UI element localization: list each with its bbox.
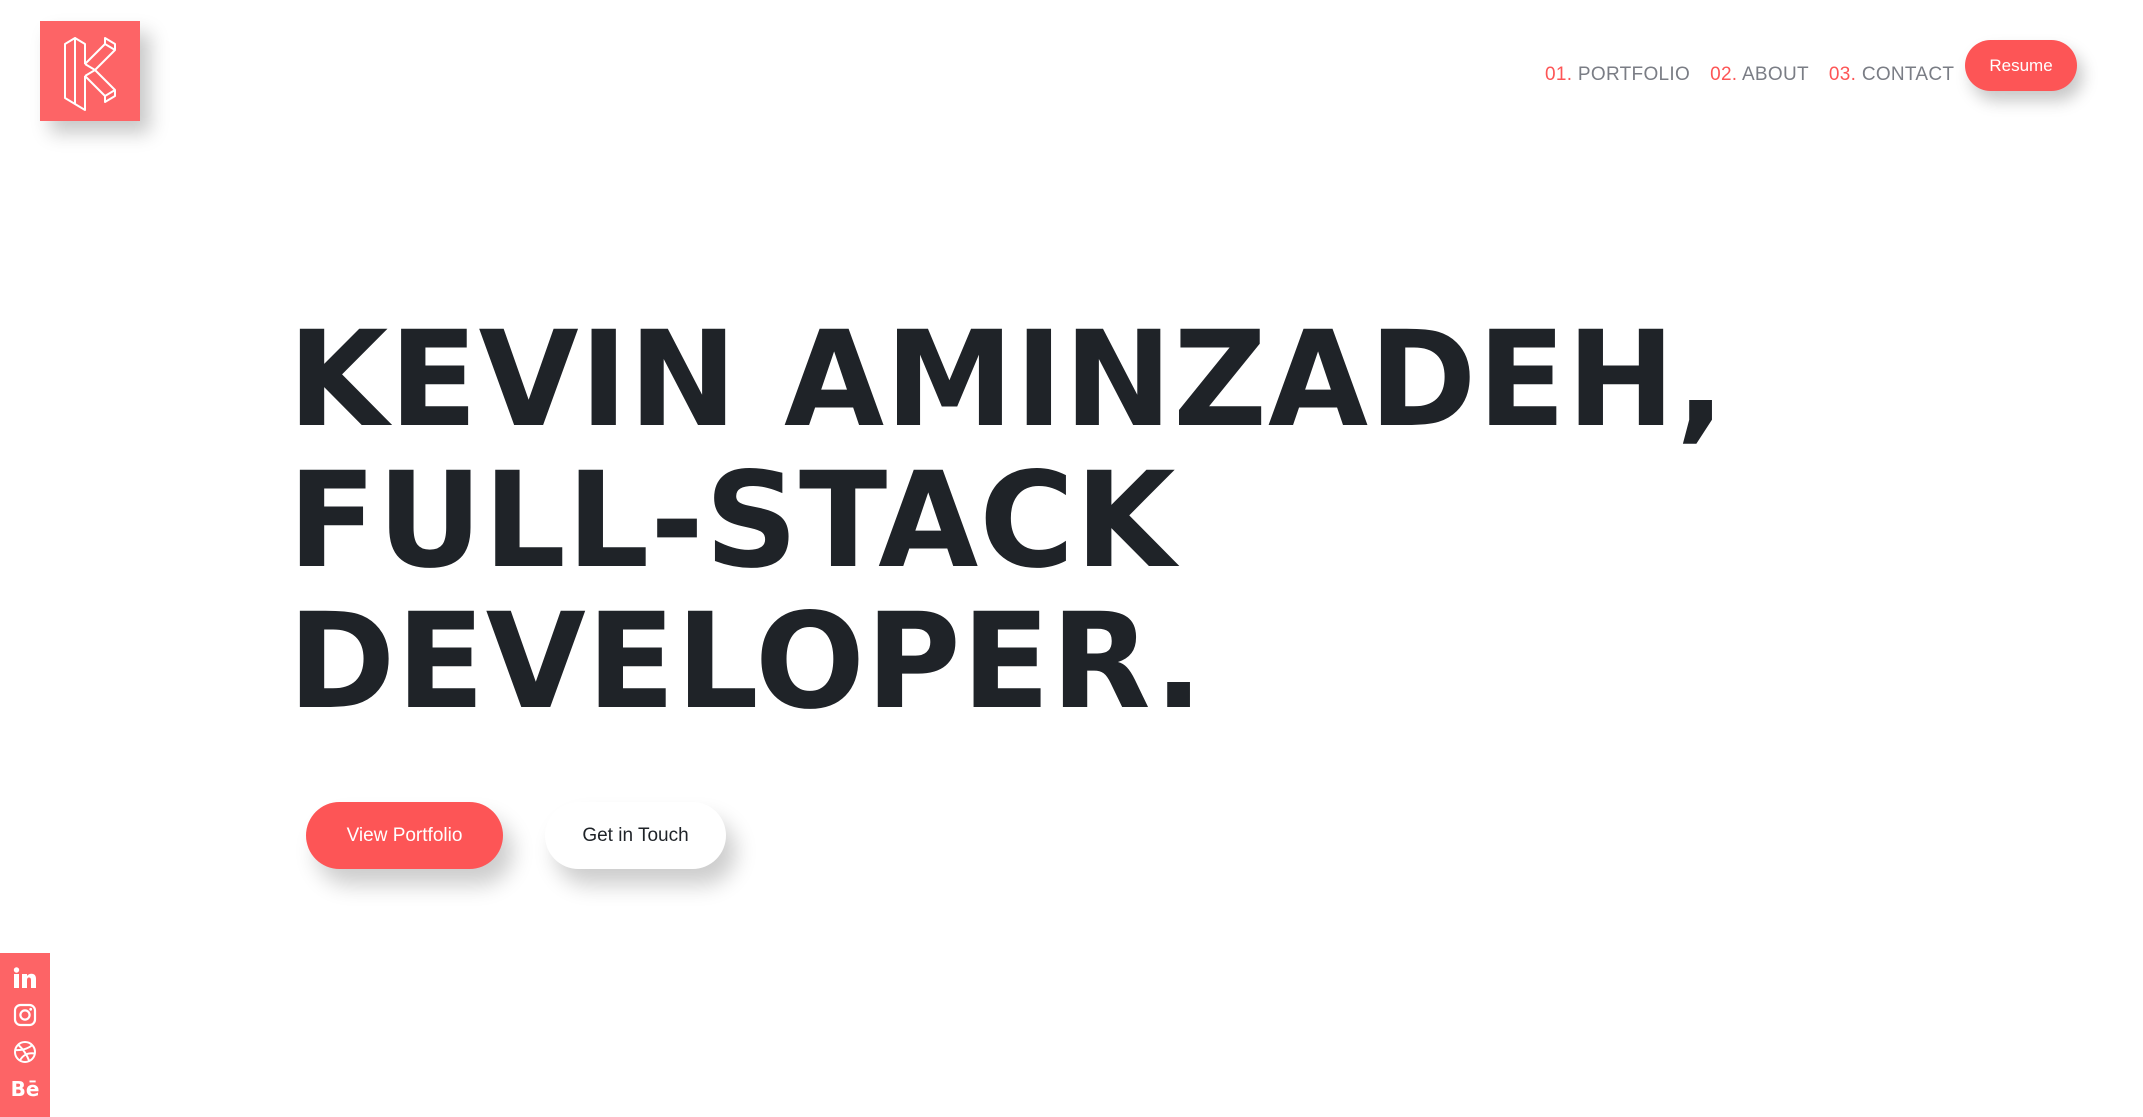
page: 01. PORTFOLIO 02. ABOUT 03. CONTACT Resu… — [0, 0, 2143, 1117]
nav-label: PORTFOLIO — [1577, 64, 1691, 85]
behance-icon[interactable]: Bē — [10, 1076, 40, 1102]
linkedin-icon[interactable] — [12, 965, 38, 991]
instagram-icon[interactable] — [12, 1002, 38, 1028]
main-nav: 01. PORTFOLIO 02. ABOUT 03. CONTACT — [0, 55, 2143, 95]
nav-links: 01. PORTFOLIO 02. ABOUT 03. CONTACT — [1545, 55, 1954, 95]
nav-number: 02. — [1710, 64, 1738, 85]
nav-link-contact[interactable]: 03. CONTACT — [1829, 64, 1954, 86]
hero-line-role: FULL-STACK — [288, 444, 1177, 598]
hero-line-name: KEVIN AMINZADEH, — [288, 303, 1727, 457]
view-portfolio-button[interactable]: View Portfolio — [306, 802, 503, 869]
hero-line-title: DEVELOPER. — [288, 585, 1205, 739]
social-links-bar: Bē — [0, 953, 50, 1117]
get-in-touch-button[interactable]: Get in Touch — [545, 802, 726, 869]
resume-button[interactable]: Resume — [1965, 40, 2077, 91]
nav-number: 03. — [1828, 64, 1857, 85]
nav-link-about[interactable]: 02. ABOUT — [1710, 64, 1809, 86]
hero-headline: KEVIN AMINZADEH, FULL-STACK DEVELOPER. — [288, 310, 1888, 733]
nav-link-portfolio[interactable]: 01. PORTFOLIO — [1545, 64, 1690, 86]
nav-label: CONTACT — [1861, 64, 1955, 85]
dribbble-icon[interactable] — [12, 1039, 38, 1065]
nav-number: 01. — [1545, 64, 1573, 85]
behance-icon-text: Bē — [10, 1077, 40, 1101]
nav-label: ABOUT — [1741, 64, 1809, 85]
